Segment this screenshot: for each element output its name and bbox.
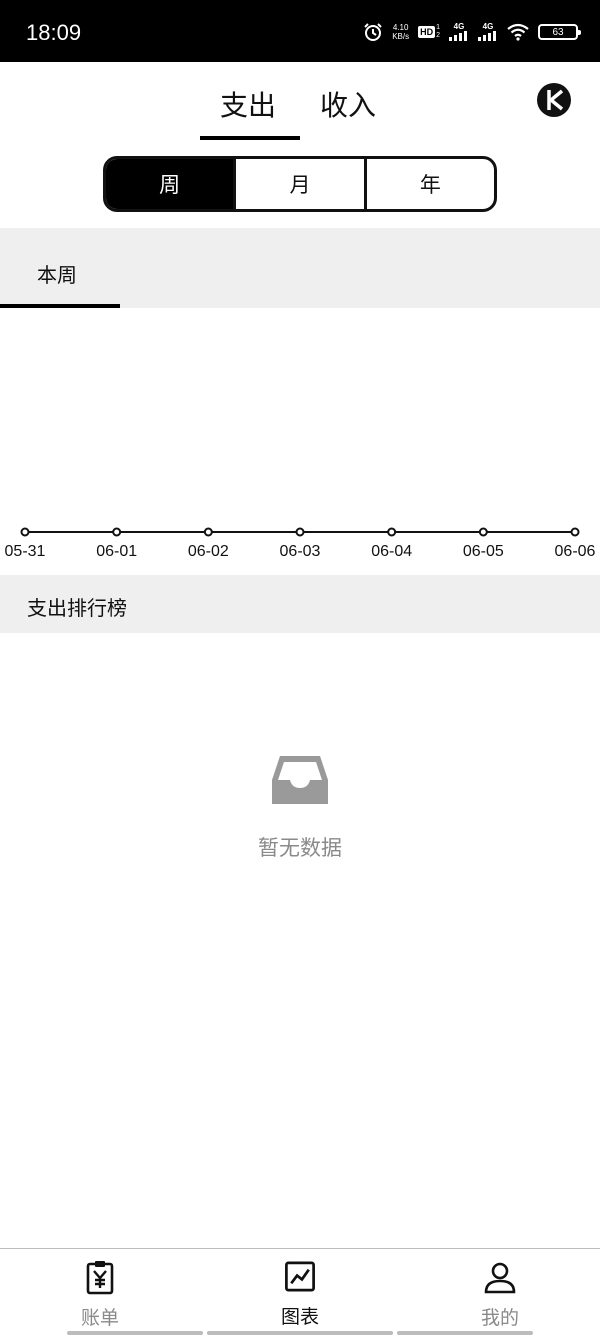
nav-bar-bill	[67, 1331, 203, 1335]
x-tick-label: 05-31	[5, 543, 46, 560]
x-tick-label: 06-06	[555, 543, 596, 560]
period-year[interactable]: 年	[367, 159, 494, 209]
data-point	[570, 527, 580, 537]
data-point	[387, 527, 397, 537]
wifi-icon	[507, 23, 529, 41]
x-tick-label: 06-03	[280, 543, 321, 560]
signal2-label: 4G	[482, 22, 494, 31]
chart-icon	[285, 1261, 315, 1292]
period-selector: 周 月 年	[103, 156, 497, 212]
signal1-label: 4G	[453, 22, 465, 31]
tab-active-indicator	[200, 136, 300, 140]
tab-expense[interactable]: 支出	[220, 84, 276, 124]
hd-sim-bottom: 2	[436, 32, 440, 39]
alarm-icon	[363, 22, 383, 42]
hd-icon: HD 12	[418, 24, 440, 40]
nav-bar-me	[397, 1331, 533, 1335]
net-speed-value: 4.10	[392, 23, 409, 32]
bottom-nav: 账单 图表 我的	[0, 1248, 600, 1337]
data-point	[20, 527, 30, 537]
battery-level: 63	[552, 26, 564, 38]
data-point	[295, 527, 305, 537]
nav-chart-label: 图表	[280, 1306, 319, 1328]
net-speed: 4.10 KB/s	[392, 23, 409, 41]
nav-me[interactable]: 我的	[430, 1259, 570, 1330]
signal-icon: 4G	[478, 23, 498, 41]
net-speed-unit: KB/s	[392, 32, 410, 41]
hd-sim-top: 1	[436, 24, 440, 31]
user-icon	[484, 1262, 516, 1294]
receipt-icon	[86, 1261, 114, 1295]
x-tick-label: 06-05	[463, 543, 504, 560]
signal-icon: 4G	[449, 23, 469, 41]
tab-this-week[interactable]: 本周	[37, 259, 77, 288]
week-tabs: 本周	[0, 228, 600, 308]
tab-income[interactable]: 收入	[320, 84, 376, 124]
nav-bill[interactable]: 账单	[30, 1259, 170, 1330]
period-week[interactable]: 周	[106, 159, 237, 209]
expense-line-chart: 05-31 06-01 06-02 06-03 06-04 06-05 06-06	[5, 527, 596, 560]
ranking-title: 支出排行榜	[27, 596, 127, 620]
hd-badge: HD	[418, 26, 436, 38]
battery-icon: 63	[538, 24, 581, 40]
nav-me-label: 我的	[480, 1307, 519, 1329]
x-tick-label: 06-01	[96, 543, 137, 560]
x-tick-label: 06-02	[188, 543, 229, 560]
x-tick-label: 06-04	[371, 543, 412, 560]
top-tabs: 支出 收入	[0, 62, 600, 142]
nav-chart[interactable]: 图表	[230, 1259, 370, 1329]
ranking-header: 支出排行榜	[0, 575, 600, 633]
nav-bar-chart	[207, 1331, 393, 1335]
empty-state-text: 暂无数据	[258, 836, 342, 860]
data-point	[112, 527, 122, 537]
data-point	[203, 527, 213, 537]
pie-chart-icon[interactable]	[536, 82, 572, 118]
status-time: 18:09	[26, 20, 82, 45]
week-tab-indicator	[0, 304, 120, 308]
data-point	[478, 527, 488, 537]
status-bar: 18:09 4.10 KB/s HD 12 4G 4G 63	[0, 0, 600, 62]
nav-bill-label: 账单	[80, 1307, 119, 1329]
period-month[interactable]: 月	[236, 159, 367, 209]
status-icons: 4.10 KB/s HD 12 4G 4G 63	[363, 18, 581, 46]
inbox-icon	[270, 752, 330, 806]
